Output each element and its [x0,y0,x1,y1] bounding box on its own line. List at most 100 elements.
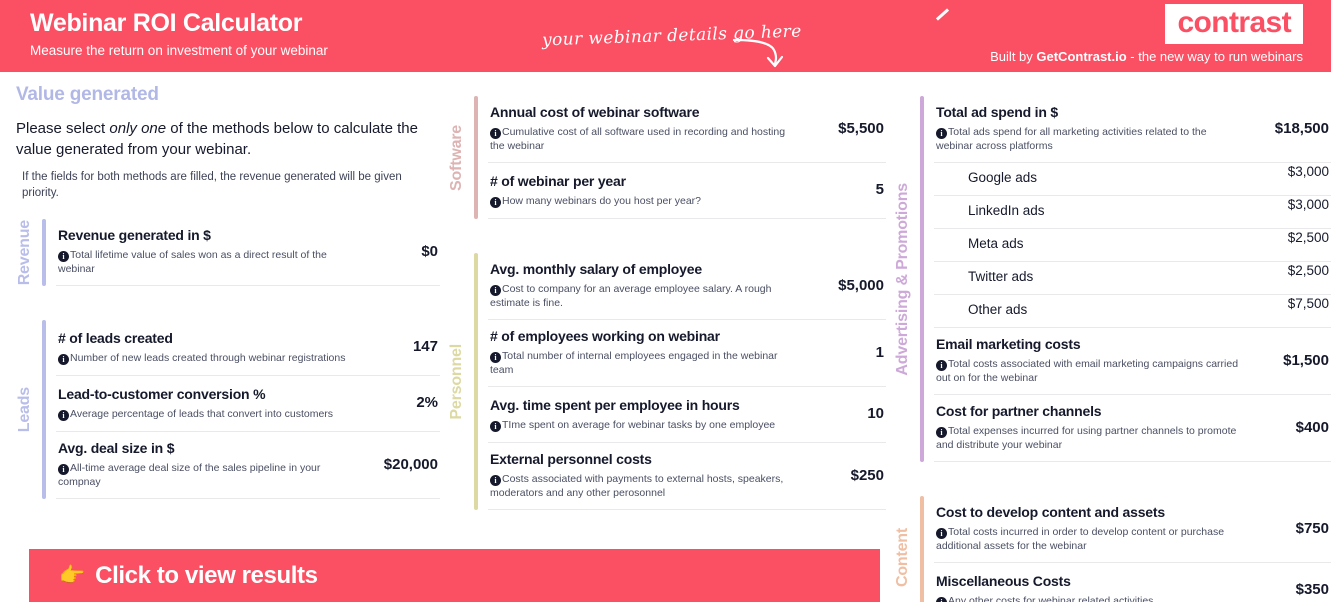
subrow-value[interactable]: $3,000 [1255,164,1329,179]
info-icon[interactable]: i [58,409,69,421]
list-item[interactable]: LinkedIn ads $3,000 [934,196,1331,229]
row-description: i Total number of internal employees enga… [490,349,800,377]
row-title: Annual cost of webinar software [490,104,700,120]
group-revenue: Revenue Revenue generated in $ i Total li… [8,219,440,286]
group-advertising-promotions: Advertising & Promotions Total ad spend … [886,96,1331,462]
row-title: Cost for partner channels [936,403,1102,419]
built-by-brand[interactable]: GetContrast.io [1036,49,1126,64]
row-main: Revenue generated in $ i Total lifetime v… [58,226,364,276]
list-item[interactable]: Twitter ads $2,500 [934,262,1331,295]
table-row[interactable]: Lead-to-customer conversion % i Average p… [56,376,440,432]
row-value[interactable]: $5,500 [810,120,884,137]
table-row[interactable]: Avg. time spent per employee in hours iT… [488,387,886,443]
row-main: Cost for partner channels i Total expense… [936,402,1255,452]
subrow-value[interactable]: $3,000 [1255,197,1329,212]
list-item[interactable]: Other ads $7,500 [934,295,1331,328]
row-main: # of webinar per year i How many webinars… [490,172,810,208]
row-value[interactable]: $350 [1255,581,1329,598]
info-icon[interactable]: i [936,128,947,139]
page-header: Webinar ROI Calculator Measure the retur… [0,0,1331,72]
calculator-board: Value generated Please select only one o… [0,72,1331,602]
group-rows-advertising: Total ad spend in $ i Total ads spend for… [934,96,1331,462]
info-icon[interactable]: i [936,360,947,371]
subrow-label: Twitter ads [968,269,1034,284]
table-row[interactable]: Revenue generated in $ i Total lifetime v… [56,219,440,286]
group-label-revenue: Revenue [16,219,33,286]
row-value[interactable]: $250 [810,467,884,484]
group-accent-bar-content [920,496,924,602]
row-value[interactable]: 1 [810,344,884,361]
row-main: # of leads created i Number of new leads … [58,329,364,365]
table-row[interactable]: # of leads created i Number of new leads … [56,320,440,376]
info-icon[interactable]: i [936,427,947,438]
row-value[interactable]: $5,000 [810,277,884,294]
row-title: Email marketing costs [936,336,1081,352]
row-value[interactable]: 2% [364,394,438,411]
info-icon[interactable]: i [490,128,501,139]
group-accent-bar-leads [42,320,46,499]
table-row[interactable]: # of employees working on webinar i Total… [488,320,886,387]
row-title: # of leads created [58,329,173,346]
info-icon[interactable]: i [490,352,501,363]
table-row[interactable]: # of webinar per year i How many webinars… [488,163,886,219]
info-icon[interactable]: i [936,596,947,602]
row-description-text: Total costs associated with email market… [936,358,1239,384]
table-row[interactable]: Annual cost of webinar software i Cumulat… [488,96,886,163]
group-label-advertising-promotions: Advertising & Promotions [894,182,911,376]
subrow-value[interactable]: $7,500 [1255,296,1329,311]
row-description: i Cumulative cost of all software used in… [490,125,800,153]
row-value[interactable]: $0 [364,243,438,260]
info-icon[interactable]: i [936,528,947,539]
subrow-value[interactable]: $2,500 [1255,230,1329,245]
row-description-text: All-time average deal size of the sales … [58,462,321,488]
info-icon[interactable]: i [58,251,69,262]
info-icon[interactable]: i [490,475,501,486]
row-description-text: Cost to company for an average employee … [490,283,772,309]
info-icon[interactable]: i [58,464,69,475]
subrow-value[interactable]: $2,500 [1255,263,1329,278]
table-row[interactable]: Total ad spend in $ i Total ads spend for… [934,96,1331,163]
info-icon[interactable]: i [490,285,501,296]
row-value[interactable]: 147 [364,338,438,355]
row-main: # of employees working on webinar i Total… [490,327,810,377]
row-value[interactable]: 10 [810,405,884,422]
list-item[interactable]: Google ads $3,000 [934,163,1331,196]
row-main: Avg. monthly salary of employee i Cost to… [490,260,810,310]
contrast-logo[interactable]: contrast [935,4,1303,44]
row-value[interactable]: $750 [1255,520,1329,537]
row-title: Lead-to-customer conversion % [58,385,266,402]
row-title: Avg. time spent per employee in hours [490,396,740,413]
group-label-wrap-advertising: Advertising & Promotions [886,96,920,462]
row-title: Cost to develop content and assets [936,504,1165,520]
table-row[interactable]: Cost for partner channels i Total expense… [934,395,1331,462]
list-item[interactable]: Meta ads $2,500 [934,229,1331,262]
column-advertising-content: Advertising & Promotions Total ad spend … [886,72,1331,602]
info-icon[interactable]: i [58,353,69,365]
row-value[interactable]: $1,500 [1255,352,1329,369]
row-main: Lead-to-customer conversion % i Average p… [58,385,364,421]
table-row[interactable]: External personnel costs i Costs associat… [488,443,886,510]
row-description: i Costs associated with payments to exter… [490,472,800,500]
table-row[interactable]: Miscellaneous Costs i Any other costs for… [934,563,1331,602]
row-description: i Total costs associated with email marke… [936,357,1245,385]
row-main: Cost to develop content and assets i Tota… [936,503,1255,553]
info-icon[interactable]: i [490,196,501,208]
pointing-right-hand-icon: 👉 [59,564,86,587]
row-value[interactable]: $20,000 [364,456,438,473]
row-value[interactable]: 5 [810,181,884,198]
page-subtitle: Measure the return on investment of your… [30,43,328,58]
row-value[interactable]: $400 [1255,419,1329,436]
group-leads: Leads # of leads created i Number of new … [8,320,440,499]
group-rows-leads: # of leads created i Number of new leads … [56,320,440,499]
row-main: Total ad spend in $ i Total ads spend for… [936,103,1255,153]
info-icon[interactable]: i [490,420,501,432]
table-row[interactable]: Avg. monthly salary of employee i Cost to… [488,253,886,320]
row-value[interactable]: $18,500 [1255,120,1329,137]
table-row[interactable]: Email marketing costs i Total costs assoc… [934,328,1331,395]
table-row[interactable]: Cost to develop content and assets i Tota… [934,496,1331,563]
row-main: External personnel costs i Costs associat… [490,450,810,500]
table-row[interactable]: Avg. deal size in $ i All-time average de… [56,432,440,499]
view-results-button[interactable]: 👉 Click to view results [29,549,880,602]
column-costs-software-personnel: Software Annual cost of webinar software… [440,72,886,602]
built-by-suffix: - the new way to run webinars [1126,49,1303,64]
